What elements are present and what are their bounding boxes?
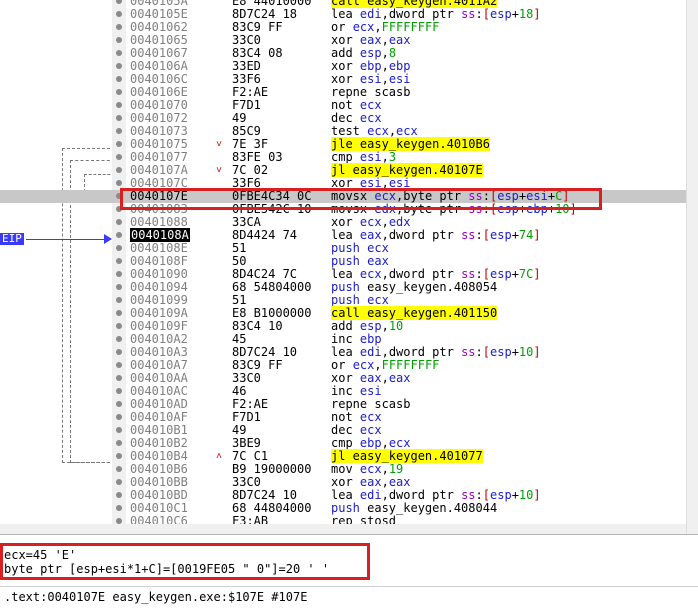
breakpoint-dot-icon[interactable] [116,128,122,134]
breakpoint-dot-icon[interactable] [116,50,122,56]
breakpoint-dot-icon[interactable] [116,284,122,290]
breakpoint-dot-icon[interactable] [116,219,122,225]
annotation-box-info [0,543,370,580]
breakpoint-dot-icon[interactable] [116,167,122,173]
breakpoint-dot-icon[interactable] [116,11,122,17]
breakpoint-dot-icon[interactable] [116,24,122,30]
status-text: .text:0040107E easy_keygen.exe:$107E #10… [4,590,308,604]
breakpoint-dot-icon[interactable] [116,414,122,420]
breakpoint-dot-icon[interactable] [116,63,122,69]
breakpoint-dot-icon[interactable] [116,258,122,264]
breakpoint-dot-icon[interactable] [116,271,122,277]
breakpoint-dot-icon[interactable] [116,193,122,199]
breakpoint-dot-icon[interactable] [116,76,122,82]
breakpoint-dot-icon[interactable] [116,297,122,303]
breakpoint-dot-icon[interactable] [116,154,122,160]
breakpoint-dot-icon[interactable] [116,362,122,368]
breakpoint-dot-icon[interactable] [116,37,122,43]
eip-marker: EIP [0,232,24,245]
eip-arrow-line [26,239,108,240]
breakpoint-dot-icon[interactable] [116,505,122,511]
breakpoint-dot-icon[interactable] [116,349,122,355]
horizontal-scrollbar[interactable] [0,524,686,534]
breakpoint-dot-icon[interactable] [116,479,122,485]
breakpoint-dot-icon[interactable] [116,388,122,394]
breakpoint-dot-icon[interactable] [116,89,122,95]
breakpoint-dot-icon[interactable] [116,375,122,381]
breakpoint-dot-icon[interactable] [116,453,122,459]
jump-down-arrow-icon: ˅ [216,165,223,176]
breakpoint-dot-icon[interactable] [116,0,122,4]
breakpoint-dot-icon[interactable] [116,427,122,433]
breakpoint-dot-icon[interactable] [116,401,122,407]
breakpoint-dot-icon[interactable] [116,336,122,342]
breakpoint-dot-icon[interactable] [116,492,122,498]
status-bar: .text:0040107E easy_keygen.exe:$107E #10… [0,586,698,608]
eip-arrow-icon [104,234,112,244]
breakpoint-dot-icon[interactable] [116,245,122,251]
breakpoint-dot-icon[interactable] [116,206,122,212]
breakpoint-dot-icon[interactable] [116,102,122,108]
breakpoint-dot-icon[interactable] [116,466,122,472]
breakpoint-dot-icon[interactable] [116,440,122,446]
breakpoint-dot-icon[interactable] [116,180,122,186]
breakpoint-dot-icon[interactable] [116,115,122,121]
jump-down-arrow-icon: ˅ [216,139,223,150]
breakpoint-dot-icon[interactable] [116,141,122,147]
breakpoint-dot-icon[interactable] [116,323,122,329]
disassembly-view[interactable]: 0040105A E8 44010000 call easy_keygen.4011… [0,0,686,534]
vertical-scrollbar[interactable] [686,0,698,534]
breakpoint-dot-icon[interactable] [116,232,122,238]
jump-up-arrow-icon: ˄ [216,451,223,462]
breakpoint-dot-icon[interactable] [116,310,122,316]
